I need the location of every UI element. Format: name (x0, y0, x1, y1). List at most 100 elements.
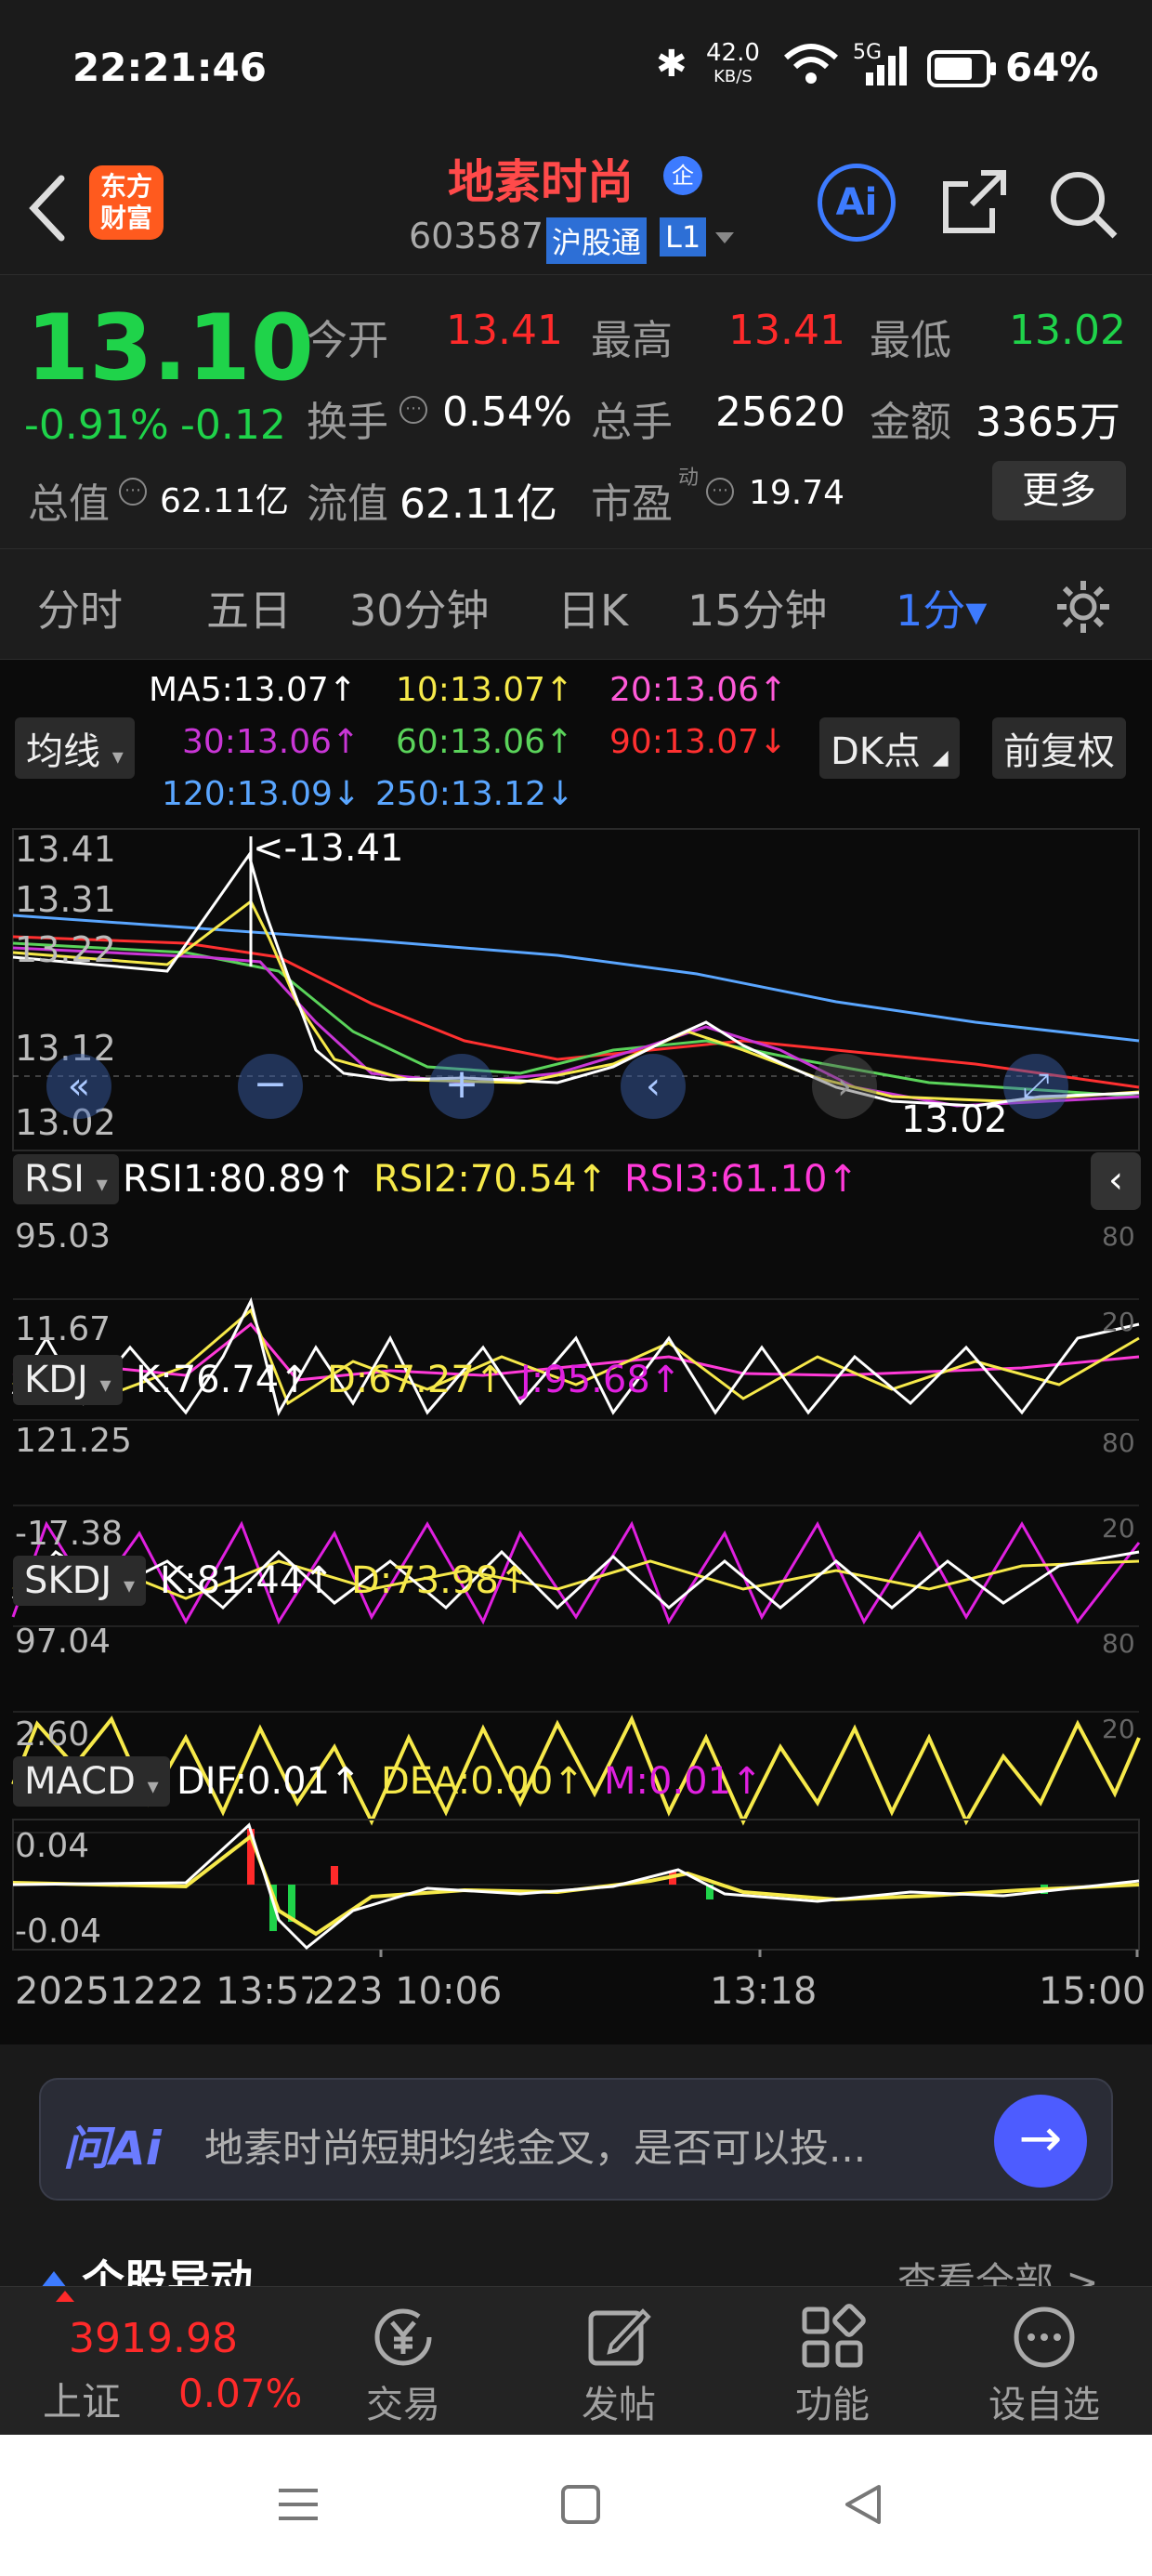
float-cap-label: 流值 (307, 480, 388, 528)
corner-arrow-icon: ◢ (932, 746, 949, 769)
kdj-selector[interactable]: KDJ ▾ (13, 1355, 123, 1405)
quote-panel: 13.10 -0.91% -0.12 今开 13.41 最高 13.41 最低 … (0, 274, 1152, 548)
chevron-down-icon: ▾ (123, 1572, 135, 1598)
nav-post[interactable]: 发帖 (544, 2374, 693, 2428)
price-axis-3: 13.22 (15, 929, 116, 970)
dk-point-button[interactable]: DK点 ◢ (819, 717, 960, 779)
time-axis-2: 223 10:06 (312, 1970, 503, 2013)
ai-button[interactable]: Ai (818, 164, 896, 242)
market-cap-value: 62.11亿 (160, 482, 290, 520)
dropdown-icon[interactable] (713, 229, 736, 247)
change-percent: -0.91% (24, 401, 169, 449)
period-tabs: 分时 五日 30分钟 日K 15分钟 1分▾ (0, 548, 1152, 660)
stock-name: 地素时尚 (448, 155, 634, 209)
tab-five-day[interactable]: 五日 (206, 577, 292, 638)
low-label: 最低 (870, 317, 951, 364)
time-axis-end: 15:00 (1039, 1970, 1146, 2013)
adjust-button[interactable]: 前复权 (992, 717, 1126, 779)
scroll-left-icon[interactable]: ‹ (621, 1054, 686, 1119)
macd-selector[interactable]: MACD ▾ (13, 1756, 170, 1807)
ai-ask-section: 问Ai 地素时尚短期均线金叉，是否可以投... → 个股异动 查看全部 > (0, 2044, 1152, 2286)
low-value: 13.02 (1009, 307, 1126, 354)
high-marker: <-13.41 (253, 827, 404, 870)
bottom-nav: 3919.98 上证 0.07% 交易 发帖 功能 设自选 (0, 2286, 1152, 2435)
macd-axis-min: -0.04 (15, 1912, 102, 1951)
ma250-line (12, 913, 1140, 1043)
macd-axis-max: 0.04 (15, 1827, 90, 1865)
info-icon[interactable]: ⋯ (119, 478, 147, 506)
skdj-ref-high: 80 (1102, 1628, 1135, 1659)
kdj-selector-label: KDJ (24, 1359, 88, 1401)
rsi2-value: RSI2:70.54↑ (373, 1158, 608, 1201)
kdj-ref-low: 20 (1102, 1513, 1135, 1544)
time-axis-start: 20251222 13:57 (15, 1970, 323, 2013)
scroll-start-icon[interactable]: « (46, 1054, 111, 1119)
back-nav-icon[interactable] (840, 2481, 886, 2528)
ma-selector-label: 均线 (26, 730, 100, 773)
rsi-axis-min: 11.67 (15, 1310, 111, 1348)
tab-30min[interactable]: 30分钟 (349, 577, 490, 638)
rsi-selector-label: RSI (24, 1158, 85, 1201)
index-name[interactable]: 上证 (43, 2371, 121, 2427)
battery-level: 64% (1005, 45, 1099, 90)
tab-1min[interactable]: 1分▾ (896, 577, 987, 638)
open-value: 13.41 (446, 307, 563, 354)
back-icon[interactable] (24, 173, 71, 243)
kdj-k-value: K:76.74↑ (136, 1359, 310, 1401)
ma120-line (12, 935, 1140, 1089)
pe-dynamic-mark: 动 (678, 467, 700, 490)
more-dots-icon[interactable] (1011, 2304, 1078, 2371)
net-speed: 42.0 KB/S (706, 41, 760, 89)
fullscreen-icon[interactable]: ⤢ (1003, 1054, 1068, 1119)
battery-icon (927, 50, 996, 87)
ma-selector[interactable]: 均线 ▾ (15, 717, 135, 779)
status-time: 22:21:46 (72, 45, 267, 90)
collapse-arrow-icon[interactable]: ‹ (1091, 1152, 1141, 1210)
skdj-selector-label: SKDJ (24, 1559, 112, 1602)
kline-chart[interactable]: MA5:13.07↑ 10:13.07↑ 20:13.06↑ 30:13.06↑… (0, 660, 1152, 2044)
chart-canvas (11, 828, 1141, 1833)
index-change[interactable]: 0.07% (178, 2371, 302, 2416)
functions-grid-icon[interactable] (799, 2304, 866, 2371)
more-button[interactable]: 更多 (992, 461, 1126, 520)
high-value: 13.41 (728, 307, 845, 354)
app-logo[interactable]: 东方 财富 (89, 165, 164, 240)
macd-dea-value: DEA:0.00↑ (381, 1760, 584, 1803)
menu-icon[interactable] (275, 2481, 321, 2528)
share-icon[interactable] (938, 167, 1009, 238)
zoom-in-icon[interactable]: + (429, 1054, 494, 1119)
skdj-selector[interactable]: SKDJ ▾ (13, 1556, 146, 1606)
nav-trade[interactable]: 交易 (329, 2374, 478, 2428)
net-speed-unit: KB/S (713, 67, 753, 86)
info-icon[interactable]: ⋯ (706, 478, 734, 506)
zoom-out-icon[interactable]: − (238, 1054, 303, 1119)
kdj-d-value: D:67.27↑ (327, 1359, 506, 1401)
macd-m-value: M:0.01↑ (604, 1760, 763, 1803)
last-price: 13.10 (26, 296, 314, 401)
post-edit-icon[interactable] (585, 2304, 652, 2371)
market-cap-label: 总值 (28, 480, 110, 528)
info-icon[interactable]: ⋯ (399, 396, 427, 424)
ma10-legend: 10:13.07↑ (396, 671, 574, 709)
macd-selector-label: MACD (24, 1760, 136, 1803)
time-axis-3: 13:18 (710, 1970, 818, 2013)
chevron-down-icon: ▾ (111, 743, 124, 769)
nav-functions[interactable]: 功能 (758, 2374, 907, 2428)
ai-ask-bar[interactable]: 问Ai 地素时尚短期均线金叉，是否可以投... → (39, 2078, 1113, 2201)
tab-intraday[interactable]: 分时 (37, 577, 123, 638)
ai-send-arrow-icon[interactable]: → (994, 2095, 1087, 2188)
kdj-j-value: J:95.68↑ (520, 1359, 682, 1401)
nav-watchlist[interactable]: 设自选 (970, 2374, 1119, 2428)
rsi-selector[interactable]: RSI ▾ (13, 1154, 119, 1204)
kdj-axis-min: -17.38 (15, 1515, 124, 1553)
bluetooth-icon: ✱ (656, 43, 687, 85)
view-all-link[interactable]: 查看全部 > (897, 2251, 1099, 2286)
index-value[interactable]: 3919.98 (69, 2315, 238, 2362)
scroll-right-icon[interactable]: › (812, 1054, 877, 1119)
settings-gear-icon[interactable] (1054, 577, 1113, 637)
trade-yen-icon[interactable] (370, 2304, 437, 2371)
tab-15min[interactable]: 15分钟 (687, 577, 828, 638)
home-icon[interactable] (557, 2481, 604, 2528)
tab-daily-k[interactable]: 日K (557, 577, 628, 638)
search-icon[interactable] (1046, 167, 1120, 242)
